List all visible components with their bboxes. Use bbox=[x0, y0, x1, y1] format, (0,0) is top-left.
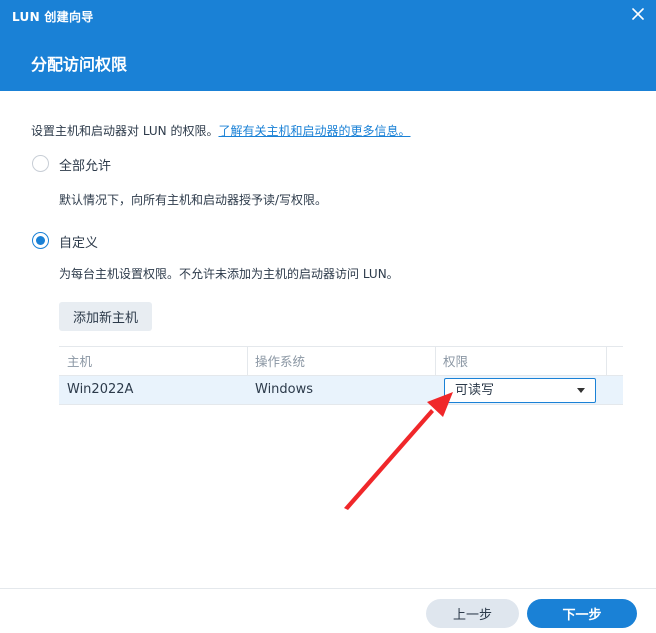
column-header-host[interactable]: 主机 bbox=[59, 347, 247, 376]
step-title: 分配访问权限 bbox=[31, 55, 128, 74]
cell-os: Windows bbox=[255, 382, 314, 397]
radio-custom[interactable] bbox=[32, 232, 49, 249]
wizard-header: LUN 创建向导 分配访问权限 bbox=[0, 0, 656, 91]
window-title: LUN 创建向导 bbox=[12, 10, 94, 24]
add-host-button[interactable]: 添加新主机 bbox=[59, 302, 152, 331]
table-row[interactable]: Win2022A Windows 可读写 bbox=[59, 376, 623, 405]
custom-description: 为每台主机设置权限。不允许未添加为主机的启动器访问 LUN。 bbox=[59, 267, 399, 281]
column-header-permission[interactable]: 权限 bbox=[435, 347, 606, 376]
radio-allow-all-label[interactable]: 全部允许 bbox=[59, 155, 111, 174]
previous-button[interactable]: 上一步 bbox=[426, 599, 519, 628]
host-permission-table: 主机 操作系统 权限 Win2022A Windows 可读写 bbox=[59, 346, 623, 405]
radio-custom-label[interactable]: 自定义 bbox=[59, 232, 98, 251]
close-icon[interactable] bbox=[630, 6, 646, 22]
next-button[interactable]: 下一步 bbox=[527, 599, 637, 628]
learn-more-link[interactable]: 了解有关主机和启动器的更多信息。 bbox=[218, 124, 410, 138]
cell-host: Win2022A bbox=[67, 382, 134, 397]
radio-allow-all[interactable] bbox=[32, 155, 49, 172]
table-header: 主机 操作系统 权限 bbox=[59, 346, 623, 376]
permission-select[interactable]: 可读写 bbox=[444, 378, 596, 403]
intro-label: 设置主机和启动器对 LUN 的权限。 bbox=[31, 124, 219, 138]
footer-divider bbox=[0, 588, 656, 589]
column-header-extra bbox=[606, 347, 623, 376]
allow-all-description: 默认情况下，向所有主机和启动器授予读/写权限。 bbox=[59, 193, 328, 207]
column-header-os[interactable]: 操作系统 bbox=[247, 347, 435, 376]
permission-select-value: 可读写 bbox=[455, 383, 495, 398]
arrow-shaft bbox=[344, 409, 434, 510]
chevron-down-icon bbox=[577, 388, 585, 393]
intro-text: 设置主机和启动器对 LUN 的权限。了解有关主机和启动器的更多信息。 bbox=[31, 122, 411, 139]
